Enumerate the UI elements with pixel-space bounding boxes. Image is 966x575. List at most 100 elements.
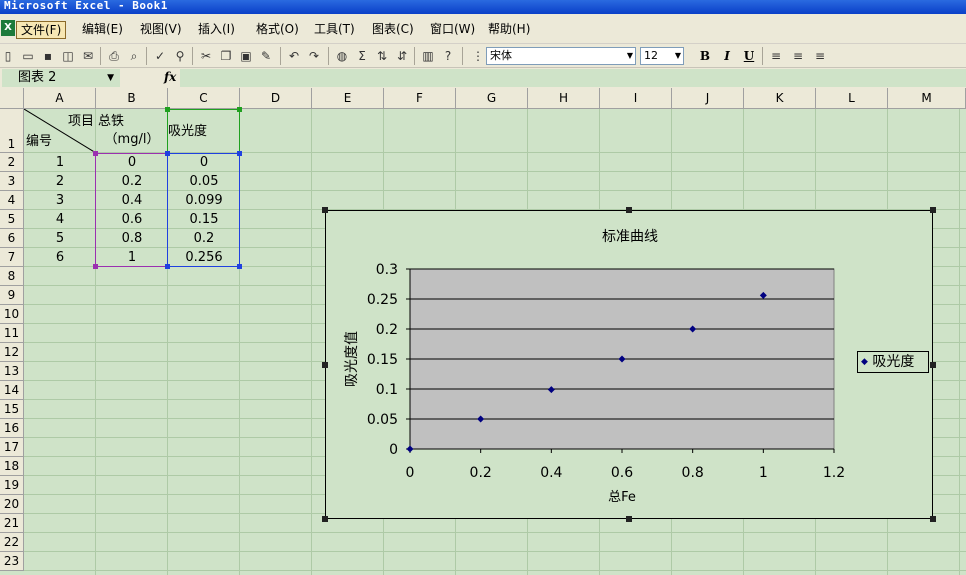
underline-button[interactable]: U bbox=[740, 48, 758, 64]
menu-item-0[interactable]: 文件(F) bbox=[16, 21, 67, 39]
range-handle[interactable] bbox=[237, 264, 242, 269]
cell-a6[interactable]: 5 bbox=[24, 229, 96, 248]
column-header-L[interactable]: L bbox=[816, 88, 888, 109]
row-header-11[interactable]: 11 bbox=[0, 324, 24, 343]
column-header-C[interactable]: C bbox=[168, 88, 240, 109]
chart-resize-handle[interactable] bbox=[322, 516, 328, 522]
row-header-18[interactable]: 18 bbox=[0, 457, 24, 476]
column-header-E[interactable]: E bbox=[312, 88, 384, 109]
formula-input[interactable] bbox=[180, 69, 966, 87]
menu-item-2[interactable]: 视图(V) bbox=[136, 21, 186, 39]
range-handle[interactable] bbox=[165, 151, 170, 156]
range-handle[interactable] bbox=[165, 264, 170, 269]
spelling-icon[interactable]: ✓ bbox=[152, 48, 168, 64]
chevron-down-icon[interactable]: ▼ bbox=[107, 69, 114, 87]
row-header-1[interactable]: 1 bbox=[0, 109, 24, 153]
row-header-23[interactable]: 23 bbox=[0, 552, 24, 571]
range-handle[interactable] bbox=[237, 107, 242, 112]
name-box[interactable]: 图表 2 ▼ bbox=[2, 69, 120, 87]
align-left-icon[interactable]: ≡ bbox=[768, 48, 784, 64]
menu-item-8[interactable]: 帮助(H) bbox=[484, 21, 534, 39]
chart-resize-handle[interactable] bbox=[930, 361, 936, 368]
row-header-14[interactable]: 14 bbox=[0, 381, 24, 400]
row-header-16[interactable]: 16 bbox=[0, 419, 24, 438]
paste-icon[interactable]: ▣ bbox=[238, 48, 254, 64]
range-handle[interactable] bbox=[93, 264, 98, 269]
cell-a7[interactable]: 6 bbox=[24, 248, 96, 267]
range-handle[interactable] bbox=[237, 151, 242, 156]
menu-item-3[interactable]: 插入(I) bbox=[194, 21, 239, 39]
row-header-7[interactable]: 7 bbox=[0, 248, 24, 267]
email-icon[interactable]: ✉ bbox=[80, 48, 96, 64]
row-header-3[interactable]: 3 bbox=[0, 172, 24, 191]
chart-resize-handle[interactable] bbox=[930, 207, 936, 213]
open-icon[interactable]: ▭ bbox=[20, 48, 36, 64]
column-header-B[interactable]: B bbox=[96, 88, 168, 109]
cell-a5[interactable]: 4 bbox=[24, 210, 96, 229]
align-right-icon[interactable]: ≡ bbox=[812, 48, 828, 64]
row-header-8[interactable]: 8 bbox=[0, 267, 24, 286]
column-header-H[interactable]: H bbox=[528, 88, 600, 109]
hyperlink-icon[interactable]: ◍ bbox=[334, 48, 350, 64]
range-handle[interactable] bbox=[93, 151, 98, 156]
column-header-M[interactable]: M bbox=[888, 88, 966, 109]
column-header-J[interactable]: J bbox=[672, 88, 744, 109]
italic-button[interactable]: I bbox=[718, 48, 736, 64]
research-icon[interactable]: ⚲ bbox=[172, 48, 188, 64]
undo-icon[interactable]: ↶ bbox=[286, 48, 302, 64]
help-icon[interactable]: ? bbox=[440, 48, 456, 64]
menu-item-6[interactable]: 图表(C) bbox=[368, 21, 418, 39]
bold-button[interactable]: B bbox=[696, 48, 714, 64]
row-header-9[interactable]: 9 bbox=[0, 286, 24, 305]
column-header-F[interactable]: F bbox=[384, 88, 456, 109]
cell-a4[interactable]: 3 bbox=[24, 191, 96, 210]
row-header-21[interactable]: 21 bbox=[0, 514, 24, 533]
chart-area[interactable]: 0 0.05 0.1 0.15 0.2 0.25 0.3 0 0.2 0.4 0.6 0.8 1 1.2 标… bbox=[325, 210, 933, 519]
redo-icon[interactable]: ↷ bbox=[306, 48, 322, 64]
column-header-D[interactable]: D bbox=[240, 88, 312, 109]
menu-item-1[interactable]: 编辑(E) bbox=[78, 21, 127, 39]
align-center-icon[interactable]: ≡ bbox=[790, 48, 806, 64]
column-header-G[interactable]: G bbox=[456, 88, 528, 109]
worksheet-grid[interactable]: ABCDEFGHIJKLM 1 2 3 4 5 6 7 8 9 10 11 12 13 14 15 16 17 1… bbox=[0, 88, 966, 575]
font-size-select[interactable]: 12 ▼ bbox=[640, 47, 684, 65]
chart-wizard-icon[interactable]: ▥ bbox=[420, 48, 436, 64]
row-header-17[interactable]: 17 bbox=[0, 438, 24, 457]
menu-item-4[interactable]: 格式(O) bbox=[252, 21, 303, 39]
row-header-12[interactable]: 12 bbox=[0, 343, 24, 362]
chart-legend[interactable]: ◆ 吸光度 bbox=[857, 351, 929, 373]
select-all-corner[interactable] bbox=[0, 88, 24, 109]
chart-resize-handle[interactable] bbox=[930, 516, 936, 522]
sort-ascending-icon[interactable]: ⇅ bbox=[374, 48, 390, 64]
row-header-22[interactable]: 22 bbox=[0, 533, 24, 552]
row-header-10[interactable]: 10 bbox=[0, 305, 24, 324]
toolbar-options-icon[interactable]: ⋮ bbox=[470, 48, 486, 64]
row-header-4[interactable]: 4 bbox=[0, 191, 24, 210]
copy-icon[interactable]: ❐ bbox=[218, 48, 234, 64]
row-header-2[interactable]: 2 bbox=[0, 153, 24, 172]
print-preview-icon[interactable]: ⌕ bbox=[126, 48, 142, 64]
cut-icon[interactable]: ✂ bbox=[198, 48, 214, 64]
chart-resize-handle[interactable] bbox=[322, 207, 328, 213]
row-header-19[interactable]: 19 bbox=[0, 476, 24, 495]
row-header-6[interactable]: 6 bbox=[0, 229, 24, 248]
chart-resize-handle[interactable] bbox=[626, 516, 632, 522]
column-header-I[interactable]: I bbox=[600, 88, 672, 109]
menu-item-5[interactable]: 工具(T) bbox=[310, 21, 359, 39]
row-header-20[interactable]: 20 bbox=[0, 495, 24, 514]
sort-descending-icon[interactable]: ⇵ bbox=[394, 48, 410, 64]
row-header-13[interactable]: 13 bbox=[0, 362, 24, 381]
column-header-K[interactable]: K bbox=[744, 88, 816, 109]
permission-icon[interactable]: ◫ bbox=[60, 48, 76, 64]
cell-a3[interactable]: 2 bbox=[24, 172, 96, 191]
chart-resize-handle[interactable] bbox=[626, 207, 632, 213]
range-handle[interactable] bbox=[165, 107, 170, 112]
row-header-15[interactable]: 15 bbox=[0, 400, 24, 419]
autosum-icon[interactable]: Σ bbox=[354, 48, 370, 64]
menu-item-7[interactable]: 窗口(W) bbox=[426, 21, 479, 39]
save-icon[interactable]: ▪ bbox=[40, 48, 56, 64]
print-icon[interactable]: ⎙ bbox=[106, 48, 122, 64]
column-header-A[interactable]: A bbox=[24, 88, 96, 109]
new-icon[interactable]: ▯ bbox=[0, 48, 16, 64]
font-name-select[interactable]: 宋体 ▼ bbox=[486, 47, 636, 65]
